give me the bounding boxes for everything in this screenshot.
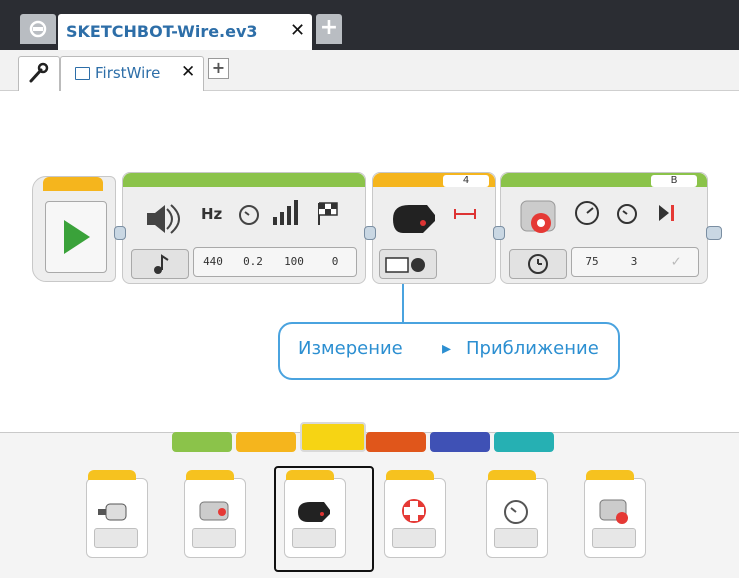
volume-bars-icon [273,200,298,225]
port-selector[interactable]: 4 [443,175,489,187]
note-icon [154,254,169,274]
close-icon[interactable]: ✕ [290,20,305,41]
palette-color-sensor[interactable] [184,470,246,558]
project-tab-label: SKETCHBOT-Wire.ev3 [66,22,258,41]
palette-tab-sensor[interactable] [300,422,366,452]
brick-buttons-icon [402,499,426,523]
project-tab[interactable]: SKETCHBOT-Wire.ev3 ✕ [58,14,312,50]
callout-submode: Приближение [466,338,599,359]
lobby-tab[interactable] [20,14,56,44]
palette-timer[interactable] [486,470,548,558]
timer-icon [528,254,548,274]
wire-connector [706,226,722,240]
wire-connector [364,226,376,240]
play-type-flag-icon [318,202,338,225]
power-gauge-icon [575,201,599,225]
brake-value[interactable]: ✓ [656,252,696,270]
palette-tab-flow[interactable] [236,432,296,452]
sound-mode-button[interactable] [131,249,189,279]
sound-block[interactable]: Hz 440 0.2 100 0 [122,172,366,284]
program-icon [75,67,90,80]
frequency-value[interactable]: 440 [194,255,232,268]
close-icon[interactable]: ✕ [181,62,195,82]
stopwatch-icon [239,205,259,225]
power-value[interactable]: 75 [572,255,612,268]
callout-mode: Измерение [298,338,403,359]
project-properties-tab[interactable] [18,56,60,91]
ir-sensor-icon [393,205,435,233]
duration-value[interactable]: 0.2 [234,255,272,268]
wrench-icon [29,62,49,83]
color-sensor-icon [199,501,229,521]
add-project-button[interactable]: + [316,14,342,44]
home-icon [29,20,47,38]
touch-sensor-icon [98,503,127,521]
motor-mode-button[interactable] [509,249,567,279]
add-program-button[interactable]: + [208,58,229,79]
proximity-icon [454,209,476,219]
mode-callout: Измерение ▸ Приближение [278,322,620,380]
palette-touch-sensor[interactable] [86,470,148,558]
ruler-icon [385,257,425,273]
palette-tab-data[interactable] [366,432,426,452]
play-type-value[interactable]: 0 [316,255,354,268]
sound-params: 440 0.2 100 0 [193,247,357,277]
palette-tab-action[interactable] [172,432,232,452]
frequency-label: Hz [201,205,223,223]
port-selector[interactable]: B [651,175,697,187]
volume-value[interactable]: 100 [274,255,314,268]
motor-icon [520,200,556,233]
play-icon [64,220,90,254]
sensor-mode-button[interactable] [379,249,437,279]
palette-brick-buttons[interactable] [384,470,446,558]
speaker-icon [147,204,180,234]
palette-tab-advanced[interactable] [430,432,490,452]
start-block[interactable] [32,176,116,282]
callout-pointer [402,284,404,324]
timer-icon [504,500,528,524]
motor-rotation-icon [599,499,628,524]
medium-motor-block[interactable]: B 75 3 ✓ [500,172,708,284]
program-tab-label: FirstWire [95,64,161,82]
motor-params: 75 3 ✓ [571,247,699,277]
wire-connector [114,226,126,240]
selected-highlight [274,466,374,572]
callout-arrow: ▸ [442,338,452,359]
palette-motor-rotation[interactable] [584,470,646,558]
program-tab[interactable]: FirstWire ✕ [60,56,204,91]
wire-connector [493,226,505,240]
palette-tab-myblocks[interactable] [494,432,554,452]
brake-icon [659,205,674,221]
infrared-sensor-block[interactable]: 4 [372,172,496,284]
stopwatch-icon [617,204,637,224]
run-button[interactable] [45,201,107,273]
seconds-value[interactable]: 3 [614,255,654,268]
